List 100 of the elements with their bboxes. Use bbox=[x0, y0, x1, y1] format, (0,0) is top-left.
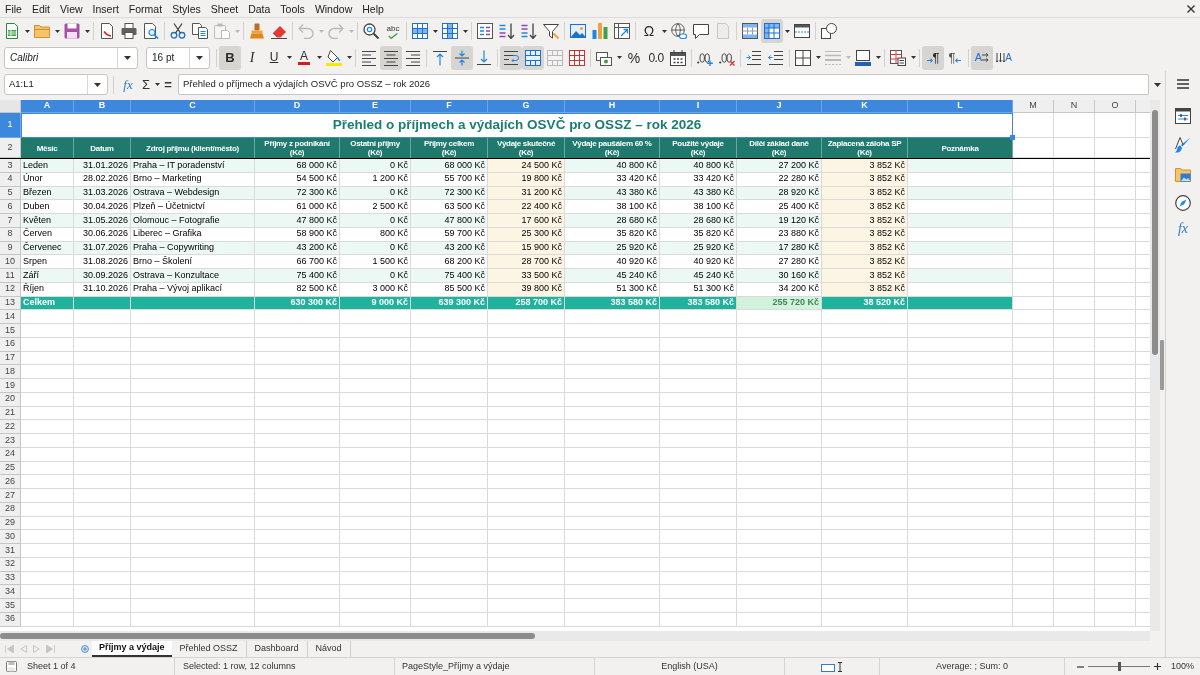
underline-button[interactable]: U bbox=[263, 45, 285, 70]
caret-icon[interactable] bbox=[316, 56, 322, 59]
row-header[interactable]: 26 bbox=[0, 475, 21, 489]
column-header[interactable]: C bbox=[131, 100, 255, 113]
caret-icon[interactable] bbox=[1153, 82, 1161, 87]
caret-icon[interactable] bbox=[286, 56, 292, 59]
sum-button[interactable]: Σ bbox=[139, 74, 153, 95]
column-header[interactable]: O bbox=[1095, 100, 1136, 113]
hyperlink-icon[interactable] bbox=[671, 23, 687, 39]
vertical-scrollbar[interactable] bbox=[1150, 100, 1160, 631]
eraser-icon[interactable] bbox=[271, 23, 287, 39]
column-header[interactable]: J bbox=[737, 100, 822, 113]
wrap-text-button[interactable] bbox=[500, 45, 522, 70]
caret-icon[interactable] bbox=[84, 29, 90, 33]
horizontal-scrollbar[interactable] bbox=[0, 631, 1150, 641]
close-icon[interactable] bbox=[1187, 4, 1195, 13]
save-icon[interactable] bbox=[64, 23, 80, 39]
slider-thumb[interactable] bbox=[1117, 662, 1121, 671]
border-color-icon[interactable] bbox=[855, 49, 871, 66]
column-header[interactable]: L bbox=[908, 100, 1013, 113]
bold-button[interactable]: B bbox=[219, 45, 241, 70]
copy-icon[interactable] bbox=[192, 23, 208, 39]
column-header[interactable]: M bbox=[1013, 100, 1054, 113]
header-footer-icon[interactable] bbox=[742, 23, 758, 39]
column-header[interactable]: A bbox=[21, 100, 74, 113]
fill-handle[interactable] bbox=[1010, 135, 1015, 140]
menu-item[interactable]: Window bbox=[309, 0, 358, 17]
row-header[interactable]: 10 bbox=[0, 255, 21, 269]
sheet-tab[interactable]: Přehled OSSZ bbox=[171, 641, 247, 657]
sheet-tab[interactable]: Příjmy a výdaje bbox=[92, 641, 172, 657]
row-header[interactable]: 31 bbox=[0, 544, 21, 558]
comment-icon[interactable] bbox=[693, 23, 709, 39]
unmerge-cells-icon[interactable] bbox=[569, 49, 585, 66]
caret-icon[interactable] bbox=[432, 29, 438, 33]
row-header[interactable]: 7 bbox=[0, 214, 21, 228]
paintbrush-icon[interactable] bbox=[249, 23, 265, 39]
column-header[interactable]: G bbox=[488, 100, 565, 113]
caret-icon[interactable] bbox=[24, 29, 30, 33]
shapes-icon[interactable] bbox=[821, 23, 837, 39]
formula-button[interactable]: = bbox=[161, 74, 175, 95]
caret-icon[interactable] bbox=[910, 56, 916, 59]
conditional-format-icon[interactable] bbox=[890, 49, 906, 66]
left-to-right-button[interactable]: ¶ bbox=[922, 45, 944, 70]
menu-item[interactable]: Sheet bbox=[205, 0, 244, 17]
selection-mode-icon[interactable] bbox=[821, 661, 843, 672]
properties-icon[interactable] bbox=[1175, 108, 1191, 124]
caret-icon[interactable] bbox=[154, 83, 160, 86]
menu-item[interactable]: Data bbox=[243, 0, 276, 17]
split-window-icon[interactable] bbox=[794, 23, 810, 39]
row-header[interactable]: 3 bbox=[0, 159, 21, 173]
sort-ascending-icon[interactable] bbox=[499, 23, 515, 39]
currency-icon[interactable] bbox=[596, 49, 612, 66]
table-column-icon[interactable] bbox=[442, 23, 458, 39]
right-to-left-button[interactable]: ¶ bbox=[944, 45, 966, 70]
row-header[interactable]: 19 bbox=[0, 379, 21, 393]
row-header[interactable]: 22 bbox=[0, 420, 21, 434]
menu-item[interactable]: File bbox=[0, 0, 27, 17]
row-header[interactable]: 15 bbox=[0, 324, 21, 338]
caret-icon[interactable] bbox=[346, 56, 352, 59]
row-header[interactable]: 18 bbox=[0, 365, 21, 379]
name-box[interactable]: A1:L1 bbox=[4, 74, 108, 95]
menu-icon[interactable] bbox=[1177, 79, 1189, 89]
sort-icon[interactable] bbox=[477, 23, 493, 39]
align-center-button[interactable] bbox=[380, 45, 402, 70]
filter-icon[interactable] bbox=[543, 23, 559, 39]
row-header[interactable]: 27 bbox=[0, 489, 21, 503]
caret-icon[interactable] bbox=[616, 56, 622, 59]
row-header[interactable]: 30 bbox=[0, 530, 21, 544]
row-header[interactable]: 11 bbox=[0, 269, 21, 283]
indent-increase-icon[interactable] bbox=[746, 49, 762, 66]
gallery-icon[interactable] bbox=[1175, 166, 1191, 182]
sidebar-collapse-handle[interactable] bbox=[1160, 340, 1164, 390]
compass-icon[interactable] bbox=[1175, 195, 1191, 211]
column-header[interactable]: F bbox=[411, 100, 488, 113]
font-color-button[interactable]: A bbox=[293, 45, 315, 70]
row-header[interactable]: 6 bbox=[0, 200, 21, 214]
borders-icon[interactable] bbox=[795, 49, 811, 66]
row-header[interactable]: 23 bbox=[0, 434, 21, 448]
caret-icon[interactable] bbox=[784, 29, 790, 33]
highlighter-icon[interactable] bbox=[326, 49, 342, 66]
row-header[interactable]: 35 bbox=[0, 599, 21, 613]
column-header[interactable]: H bbox=[565, 100, 660, 113]
scrollbar-thumb[interactable] bbox=[0, 633, 535, 639]
function-wizard-button[interactable]: fx bbox=[119, 74, 137, 95]
language[interactable]: English (USA) bbox=[661, 659, 718, 674]
indent-decrease-icon[interactable] bbox=[768, 49, 784, 66]
merge-center-button[interactable] bbox=[522, 45, 544, 70]
table-row-icon[interactable] bbox=[412, 23, 428, 39]
bar-chart-icon[interactable] bbox=[592, 23, 608, 39]
number-format-button[interactable]: 0.0 bbox=[645, 45, 667, 70]
vertical-text-button[interactable]: A bbox=[993, 45, 1015, 70]
menu-item[interactable]: View bbox=[55, 0, 88, 17]
print-preview-icon[interactable] bbox=[143, 23, 159, 39]
font-name-field[interactable]: Calibri bbox=[4, 46, 138, 69]
sheet-tab[interactable]: Dashboard bbox=[246, 641, 308, 657]
pivot-table-icon[interactable] bbox=[614, 23, 630, 39]
caret-icon[interactable] bbox=[661, 29, 667, 33]
menu-item[interactable]: Help bbox=[357, 0, 389, 17]
percent-button[interactable]: % bbox=[623, 45, 645, 70]
find-replace-icon[interactable] bbox=[363, 23, 379, 39]
